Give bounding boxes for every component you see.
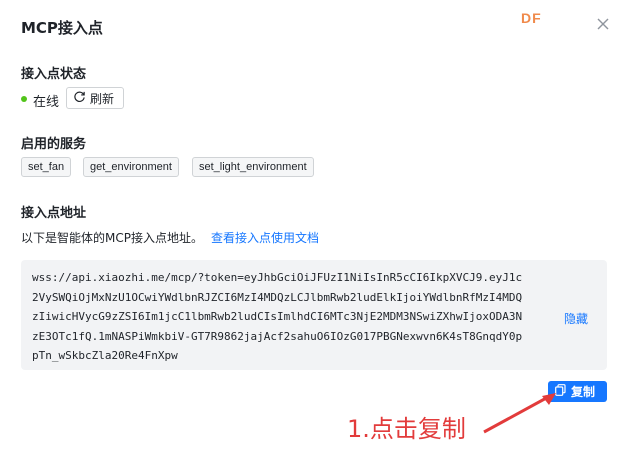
- url-line: pTn_wSkbcZla20Re4FnXpw: [32, 349, 178, 362]
- mcp-endpoint-dialog: MCP接入点 DF 接入点状态 在线 刷新 启用的服务 set_fan get_…: [0, 0, 629, 456]
- service-tag-set-light-environment: set_light_environment: [192, 157, 314, 177]
- url-line: zIiwicHVycG9zZSI6Im1jcC1lbmRwb2ludCIsIml…: [32, 310, 523, 323]
- url-line: wss://api.xiaozhi.me/mcp/?token=eyJhbGci…: [32, 271, 523, 284]
- refresh-icon: [73, 90, 86, 106]
- copy-label: 复制: [571, 385, 596, 399]
- status-text: 在线: [33, 95, 60, 110]
- df-logo: DF: [521, 10, 542, 26]
- hide-url-link[interactable]: 隐藏: [564, 310, 588, 327]
- online-status-dot: [21, 96, 27, 102]
- url-line: zE3OTc1fQ.1mNASPiWmkbiV-GT7R9862jajAcf2s…: [32, 329, 523, 343]
- dialog-title: MCP接入点: [21, 19, 103, 37]
- address-description-text: 以下是智能体的MCP接入点地址。: [21, 231, 203, 245]
- endpoint-url-box: wss://api.xiaozhi.me/mcp/?token=eyJhbGci…: [21, 260, 607, 370]
- close-icon[interactable]: [595, 16, 611, 32]
- doc-link[interactable]: 查看接入点使用文档: [211, 231, 319, 245]
- refresh-button[interactable]: 刷新: [66, 87, 124, 109]
- refresh-label: 刷新: [90, 91, 115, 106]
- url-line: 2VySWQiOjMxNzU1OCwiYWdlbnRJZCI6MzI4MDQzL…: [32, 290, 523, 304]
- services-section-label: 启用的服务: [21, 137, 87, 152]
- service-tag-get-environment: get_environment: [83, 157, 179, 177]
- address-section-label: 接入点地址: [21, 206, 87, 221]
- annotation-arrow-icon: [483, 393, 556, 434]
- address-description: 以下是智能体的MCP接入点地址。 查看接入点使用文档: [21, 229, 319, 246]
- service-tag-set-fan: set_fan: [21, 157, 72, 177]
- endpoint-url[interactable]: wss://api.xiaozhi.me/mcp/?token=eyJhbGci…: [32, 268, 552, 366]
- status-section-label: 接入点状态: [21, 67, 87, 82]
- annotation-text: 1.点击复制: [347, 415, 466, 443]
